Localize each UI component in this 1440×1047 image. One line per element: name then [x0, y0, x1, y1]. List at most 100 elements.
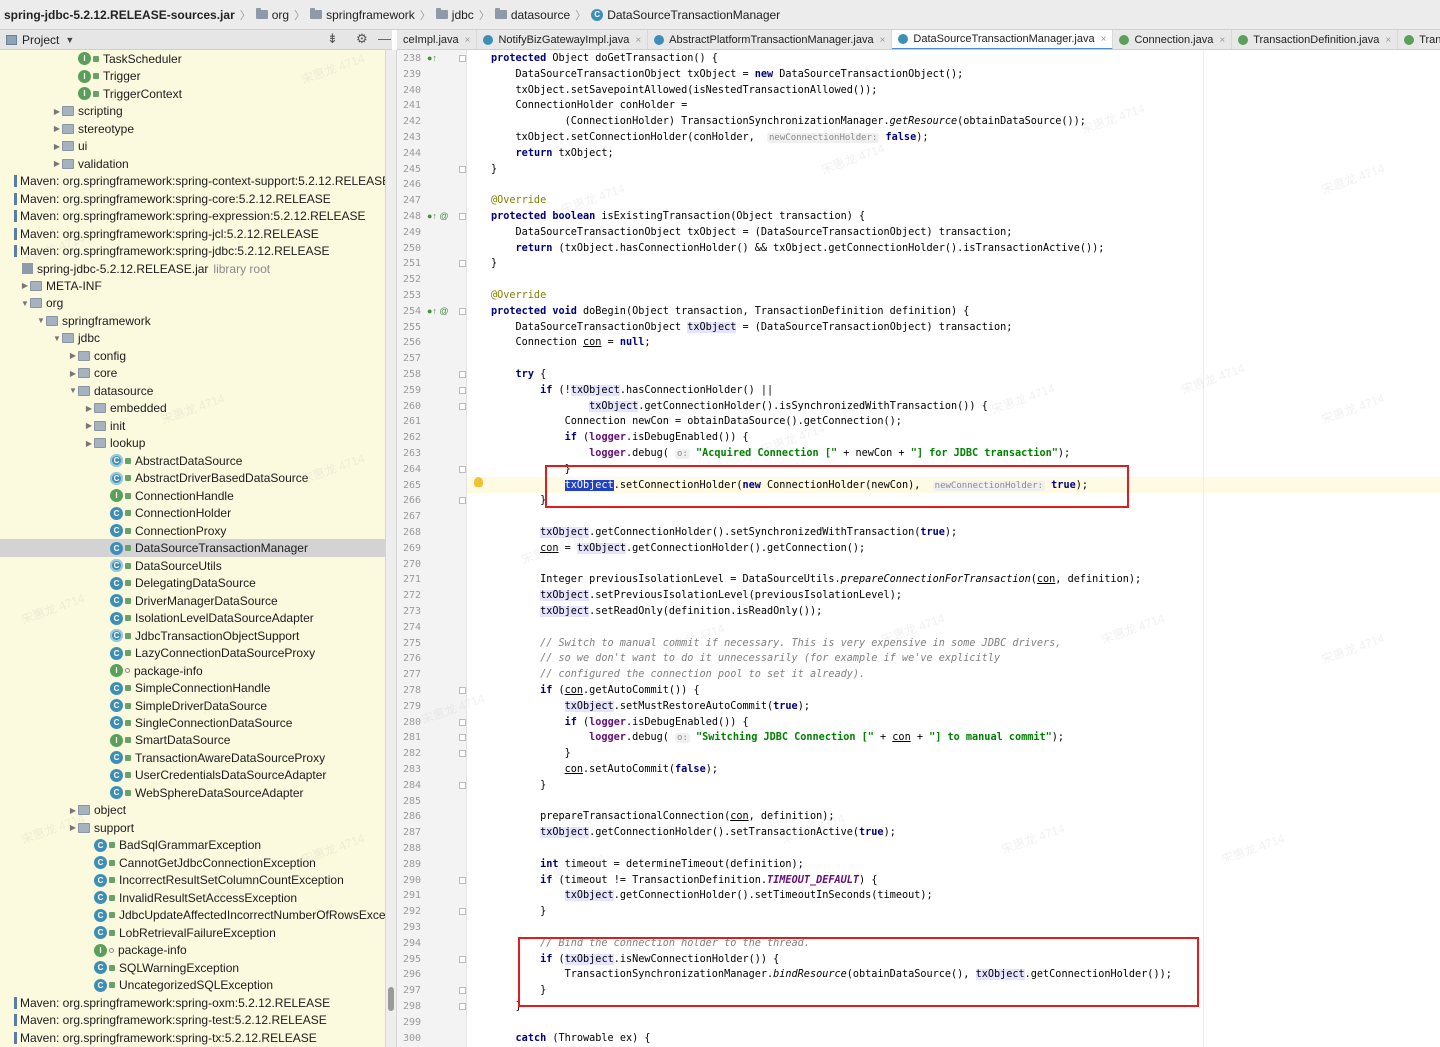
line-number[interactable]: 275: [397, 636, 421, 652]
tree-item[interactable]: C ConnectionProxy: [0, 522, 385, 540]
tree-scrollbar-track[interactable]: [385, 50, 397, 1047]
line-number[interactable]: 273: [397, 604, 421, 620]
line-number[interactable]: 295: [397, 952, 421, 968]
code-line[interactable]: // configured the connection pool to set…: [491, 667, 865, 683]
close-icon[interactable]: ×: [635, 35, 641, 46]
line-number[interactable]: 260: [397, 399, 421, 415]
line-number[interactable]: 296: [397, 967, 421, 983]
fold-marker-icon[interactable]: [459, 165, 466, 173]
tree-item[interactable]: C SingleConnectionDataSource: [0, 714, 385, 732]
gear-icon[interactable]: ⚙: [356, 31, 368, 47]
line-number[interactable]: 245: [397, 162, 421, 178]
line-number[interactable]: 257: [397, 351, 421, 367]
tree-item[interactable]: ▶ ui: [0, 137, 385, 155]
line-number[interactable]: 266: [397, 493, 421, 509]
fold-marker-icon[interactable]: [459, 750, 466, 758]
tree-item[interactable]: I Trigger: [0, 67, 385, 85]
code-line[interactable]: Integer previousIsolationLevel = DataSou…: [491, 572, 1141, 588]
project-view-selector[interactable]: Project: [22, 33, 59, 47]
line-number[interactable]: 268: [397, 525, 421, 541]
editor-tab[interactable]: ceImpl.java ×: [397, 30, 478, 49]
code-line[interactable]: catch (Throwable ex) {: [491, 1031, 651, 1047]
line-number[interactable]: 241: [397, 98, 421, 114]
code-line[interactable]: }: [491, 904, 546, 920]
tree-item[interactable]: Maven: org.springframework:spring-tx:5.2…: [0, 1029, 385, 1047]
code-line[interactable]: logger.debug( o: "Switching JDBC Connect…: [491, 730, 1064, 746]
code-line[interactable]: if (logger.isDebugEnabled()) {: [491, 715, 749, 731]
line-number[interactable]: 276: [397, 651, 421, 667]
code-line[interactable]: protected void doBegin(Object transactio…: [491, 304, 969, 320]
tree-item[interactable]: C LazyConnectionDataSourceProxy: [0, 644, 385, 662]
collapse-all-icon[interactable]: ⇟: [327, 31, 338, 47]
code-line[interactable]: txObject.setPreviousIsolationLevel(previ…: [491, 588, 902, 604]
expand-down-icon[interactable]: ▼: [68, 386, 78, 395]
fold-marker-icon[interactable]: [459, 307, 466, 315]
line-number[interactable]: 286: [397, 809, 421, 825]
line-number[interactable]: 298: [397, 999, 421, 1015]
fold-marker-icon[interactable]: [459, 465, 466, 473]
code-line[interactable]: @Override: [491, 193, 546, 209]
line-number[interactable]: 294: [397, 936, 421, 952]
line-number[interactable]: 239: [397, 67, 421, 83]
close-icon[interactable]: ×: [1385, 35, 1391, 46]
line-number[interactable]: 249: [397, 225, 421, 241]
expand-right-icon[interactable]: ▶: [84, 421, 94, 430]
line-number[interactable]: 259: [397, 383, 421, 399]
expand-right-icon[interactable]: ▶: [52, 107, 62, 116]
line-number[interactable]: 256: [397, 335, 421, 351]
line-number[interactable]: 281: [397, 730, 421, 746]
tree-item[interactable]: Maven: org.springframework:spring-core:5…: [0, 190, 385, 208]
code-line[interactable]: protected Object doGetTransaction() {: [491, 51, 718, 67]
expand-right-icon[interactable]: ▶: [68, 806, 78, 815]
breadcrumb-item[interactable]: jdbc: [435, 8, 474, 22]
breadcrumb-item[interactable]: datasource: [494, 8, 570, 22]
tree-item[interactable]: ▶ scripting: [0, 102, 385, 120]
line-number[interactable]: 263: [397, 446, 421, 462]
breadcrumb-item[interactable]: spring-jdbc-5.2.12.RELEASE-sources.jar: [4, 8, 235, 22]
close-icon[interactable]: ×: [1219, 35, 1225, 46]
line-number[interactable]: 243: [397, 130, 421, 146]
line-number[interactable]: 264: [397, 462, 421, 478]
tree-item[interactable]: ▶ stereotype: [0, 120, 385, 138]
code-editor[interactable]: 238 ●↑ 239 240 241 242 243 244 245 246 247 248 ●↑ @ 2…: [397, 50, 1440, 1047]
code-line[interactable]: txObject.setSavepointAllowed(isNestedTra…: [491, 83, 878, 99]
tree-item[interactable]: Maven: org.springframework:spring-jdbc:5…: [0, 242, 385, 260]
fold-marker-icon[interactable]: [459, 371, 466, 378]
tree-item[interactable]: ▼ jdbc: [0, 330, 385, 348]
line-number[interactable]: 283: [397, 762, 421, 778]
code-line[interactable]: if (!txObject.hasConnectionHolder() ||: [491, 383, 773, 399]
tree-item[interactable]: I ConnectionHandle: [0, 487, 385, 505]
line-number[interactable]: 269: [397, 541, 421, 557]
expand-right-icon[interactable]: ▶: [52, 124, 62, 133]
code-line[interactable]: txObject.getConnectionHolder().setTransa…: [491, 825, 896, 841]
close-icon[interactable]: ×: [465, 35, 471, 46]
code-line[interactable]: if (con.getAutoCommit()) {: [491, 683, 700, 699]
line-number[interactable]: 261: [397, 414, 421, 430]
tree-item[interactable]: ▼ org: [0, 295, 385, 313]
expand-right-icon[interactable]: ▶: [68, 351, 78, 360]
tree-item[interactable]: Ipackage-info: [0, 941, 385, 959]
tree-item[interactable]: C AbstractDriverBasedDataSource: [0, 470, 385, 488]
line-number[interactable]: 252: [397, 272, 421, 288]
tree-item[interactable]: C AbstractDataSource: [0, 452, 385, 470]
code-line[interactable]: }: [491, 493, 546, 509]
tree-item[interactable]: C SimpleConnectionHandle: [0, 679, 385, 697]
fold-marker-icon[interactable]: [459, 687, 466, 694]
expand-down-icon[interactable]: ▼: [52, 334, 62, 343]
tree-item[interactable]: C DataSourceTransactionManager: [0, 539, 385, 557]
close-icon[interactable]: ×: [880, 35, 886, 46]
intention-bulb-icon[interactable]: [474, 477, 483, 487]
code-line[interactable]: }: [491, 256, 497, 272]
override-marker-icon[interactable]: ●↑ @: [427, 304, 449, 320]
code-line[interactable]: }: [491, 746, 571, 762]
tree-item[interactable]: ▶ META-INF: [0, 277, 385, 295]
code-line[interactable]: txObject.getConnectionHolder().setSynchr…: [491, 525, 957, 541]
close-icon[interactable]: ×: [1101, 34, 1107, 45]
code-line[interactable]: txObject.setMustRestoreAutoCommit(true);: [491, 699, 810, 715]
code-line[interactable]: con.setAutoCommit(false);: [491, 762, 718, 778]
fold-marker-icon[interactable]: [459, 987, 466, 995]
tree-item[interactable]: C ConnectionHolder: [0, 504, 385, 522]
fold-marker-icon[interactable]: [459, 781, 466, 789]
line-number[interactable]: 277: [397, 667, 421, 683]
code-line[interactable]: @Override: [491, 288, 546, 304]
